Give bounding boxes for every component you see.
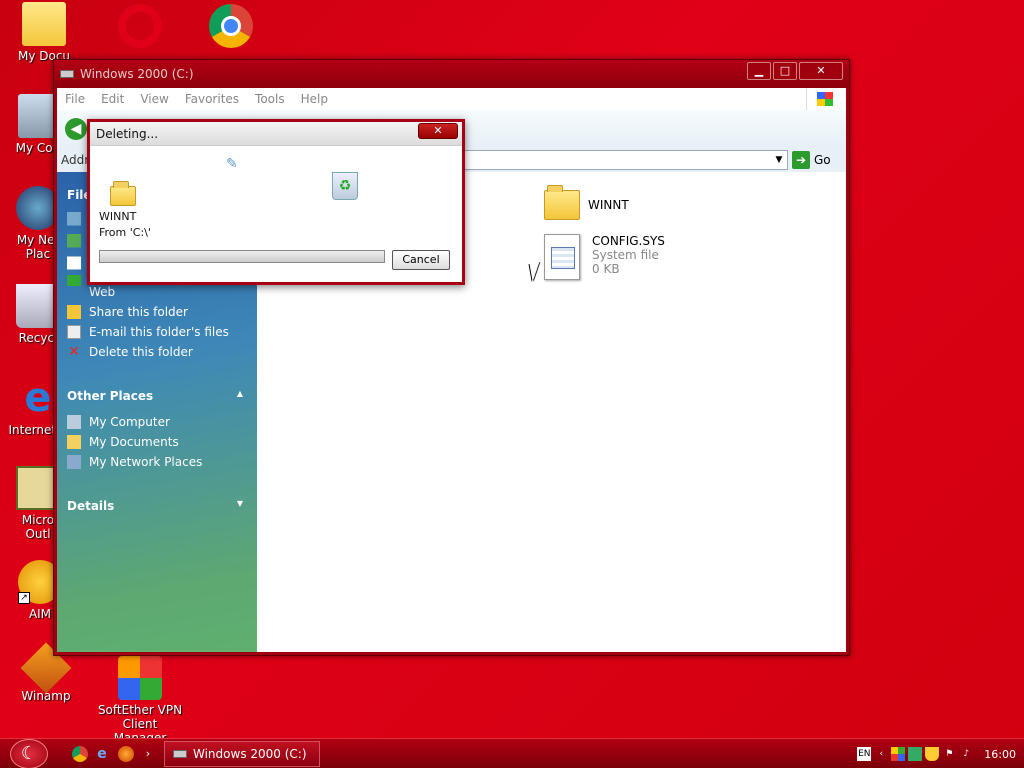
file-item-config-sys[interactable]: CONFIG.SYS System file 0 KB bbox=[544, 234, 665, 280]
my-computer-icon bbox=[67, 415, 81, 429]
menu-favorites[interactable]: Favorites bbox=[185, 92, 239, 106]
task-label: E-mail this folder's files bbox=[89, 325, 229, 339]
file-type: System file bbox=[592, 248, 659, 262]
taskbar-window-label: Windows 2000 (C:) bbox=[193, 747, 307, 761]
details-header[interactable]: Details ▼ bbox=[67, 499, 243, 513]
maximize-button[interactable]: □ bbox=[773, 62, 797, 80]
network-places-icon bbox=[67, 455, 81, 469]
clock[interactable]: 16:00 bbox=[984, 748, 1016, 761]
my-documents-icon bbox=[67, 435, 81, 449]
menu-help[interactable]: Help bbox=[301, 92, 328, 106]
dialog-titlebar[interactable]: Deleting... bbox=[90, 122, 462, 146]
chrome-icon[interactable] bbox=[209, 4, 253, 48]
source-folder-icon bbox=[110, 181, 136, 206]
desktop-icon-winamp[interactable]: Winamp bbox=[4, 642, 88, 703]
collapse-icon[interactable]: ▲ bbox=[237, 389, 243, 403]
cancel-button[interactable]: Cancel bbox=[392, 250, 450, 270]
folder-icon bbox=[544, 185, 580, 220]
opera-icon[interactable] bbox=[118, 4, 162, 48]
task-web[interactable]: Web bbox=[67, 285, 115, 299]
back-button[interactable]: ◀ bbox=[65, 118, 87, 140]
file-name: CONFIG.SYS bbox=[592, 234, 665, 248]
go-label: Go bbox=[814, 153, 831, 167]
task-icons bbox=[67, 212, 81, 286]
task-share-folder[interactable]: Share this folder bbox=[67, 305, 188, 319]
taskbar: ☾ e › Windows 2000 (C:) EN ‹ ⚑ ♪ 16:00 bbox=[0, 738, 1024, 768]
close-button[interactable]: ✕ bbox=[799, 62, 843, 80]
place-my-network[interactable]: My Network Places bbox=[67, 455, 202, 469]
system-file-icon bbox=[544, 234, 580, 280]
dialog-close-button[interactable]: ✕ bbox=[418, 123, 458, 139]
chrome-icon[interactable] bbox=[72, 746, 88, 762]
window-title: Windows 2000 (C:) bbox=[80, 67, 194, 81]
desktop-icon-my-documents[interactable]: My Docu bbox=[2, 2, 86, 63]
place-label: My Documents bbox=[89, 435, 179, 449]
taskbar-window-button[interactable]: Windows 2000 (C:) bbox=[164, 741, 320, 767]
task-label: Web bbox=[89, 285, 116, 299]
flag-icon[interactable]: ⚑ bbox=[942, 747, 956, 761]
place-my-computer[interactable]: My Computer bbox=[67, 415, 170, 429]
task-email-files[interactable]: E-mail this folder's files bbox=[67, 325, 229, 339]
blank-icon bbox=[67, 285, 81, 299]
email-icon bbox=[67, 325, 81, 339]
start-button[interactable]: ☾ bbox=[10, 739, 48, 768]
place-label: My Computer bbox=[89, 415, 170, 429]
network-tray-icon[interactable] bbox=[908, 747, 923, 761]
share-folder-icon bbox=[67, 305, 81, 319]
desktop-icon-softether[interactable]: SoftEther VPN Client Manager bbox=[96, 656, 184, 745]
windows-logo-icon bbox=[806, 88, 842, 110]
file-name: WINNT bbox=[588, 198, 629, 212]
file-size: 0 KB bbox=[592, 262, 620, 276]
other-places-header[interactable]: Other Places ▲ bbox=[67, 389, 243, 403]
firefox-icon[interactable] bbox=[118, 746, 134, 762]
deleting-item-name: WINNT bbox=[99, 210, 137, 223]
chevron-right-icon[interactable]: › bbox=[140, 746, 156, 762]
address-input[interactable]: ▼ bbox=[462, 150, 788, 170]
softether-icon bbox=[118, 656, 162, 700]
menu-tools[interactable]: Tools bbox=[255, 92, 285, 106]
deleting-dialog: Deleting... ✕ ✎ ♻ WINNT From 'C:\' Cance… bbox=[87, 119, 465, 285]
file-item-winnt[interactable]: WINNT bbox=[544, 184, 629, 220]
deleting-from-path: From 'C:\' bbox=[99, 226, 151, 239]
menu-view[interactable]: View bbox=[140, 92, 168, 106]
flying-paper-icon: ✎ bbox=[226, 156, 238, 172]
menu-edit[interactable]: Edit bbox=[101, 92, 124, 106]
expand-icon[interactable]: ▼ bbox=[237, 499, 243, 513]
shield-icon[interactable] bbox=[925, 747, 940, 761]
softether-tray-icon[interactable] bbox=[891, 747, 906, 761]
go-arrow-icon: ➔ bbox=[792, 151, 810, 169]
place-my-documents[interactable]: My Documents bbox=[67, 435, 179, 449]
drive-icon bbox=[60, 70, 74, 78]
delete-progress-bar bbox=[99, 250, 385, 263]
place-label: My Network Places bbox=[89, 455, 203, 469]
delete-icon: ✕ bbox=[68, 344, 80, 360]
task-label: Share this folder bbox=[89, 305, 188, 319]
task-label: Delete this folder bbox=[89, 345, 193, 359]
menu-file[interactable]: File bbox=[65, 92, 85, 106]
minimize-button[interactable]: ▁ bbox=[747, 62, 771, 80]
desktop-icon-label: Micro Outl bbox=[21, 513, 55, 541]
address-label: Addr bbox=[61, 153, 90, 167]
volume-icon[interactable]: ♪ bbox=[959, 747, 973, 761]
other-places-title: Other Places bbox=[67, 389, 154, 403]
window-titlebar[interactable]: Windows 2000 (C:) bbox=[54, 60, 849, 88]
language-indicator[interactable]: EN bbox=[857, 747, 872, 761]
go-button[interactable]: ➔ Go bbox=[792, 150, 842, 170]
chevron-down-icon[interactable]: ▼ bbox=[771, 151, 787, 169]
chevron-left-icon[interactable]: ‹ bbox=[874, 747, 888, 761]
internet-explorer-icon[interactable]: e bbox=[94, 746, 110, 762]
system-tray: EN ‹ ⚑ ♪ 16:00 bbox=[857, 739, 1024, 768]
task-delete-folder[interactable]: ✕ Delete this folder bbox=[67, 345, 193, 359]
drive-icon bbox=[173, 750, 187, 758]
my-documents-icon bbox=[22, 2, 66, 46]
details-title: Details bbox=[67, 499, 115, 513]
menu-bar: File Edit View Favorites Tools Help bbox=[57, 88, 846, 110]
recycle-bin-icon: ♻ bbox=[332, 172, 358, 200]
dialog-title: Deleting... bbox=[96, 126, 159, 141]
